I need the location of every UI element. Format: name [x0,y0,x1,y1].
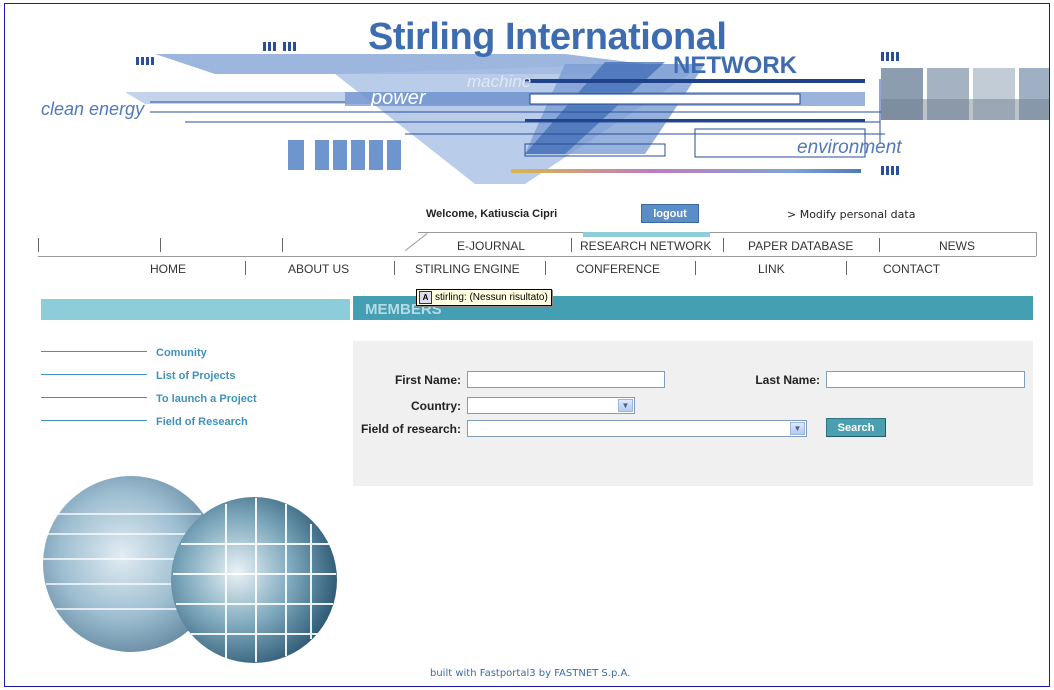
sidebar-rule [41,397,147,398]
sidebar-item-field-of-research[interactable]: Field of Research [156,416,248,428]
welcome-text: Welcome, Katiuscia Cipri [426,208,558,220]
nav-divider-line [418,232,1036,233]
last-name-input[interactable] [826,371,1025,388]
search-button[interactable]: Search [826,418,886,437]
nav-separator [282,238,283,252]
banner-power: power [371,87,426,109]
sidebar-item-comunity[interactable]: Comunity [156,347,207,359]
site-banner: Stirling International NETWORK clean ene… [5,4,1049,189]
search-form-panel [353,341,1033,486]
nav-separator [846,261,847,275]
nav-separator [571,238,572,252]
nav-divider-end [1036,232,1037,256]
nav-conference[interactable]: CONFERENCE [576,262,660,276]
chevron-down-icon[interactable]: ▼ [618,399,633,412]
main-nav-top-line [38,256,1036,257]
nav-stirling-engine[interactable]: STIRLING ENGINE [415,262,520,276]
search-tooltip: A stirling: (Nessun risultato) [416,289,552,306]
nav-separator [160,238,161,252]
nav-separator [545,261,546,275]
last-name-label: Last Name: [755,373,820,387]
globes-illustration [43,476,337,663]
nav-research-network[interactable]: RESEARCH NETWORK [580,239,711,253]
nav-separator [394,261,395,275]
sidebar-rule [41,374,147,375]
nav-active-highlight [583,232,710,237]
magnifier-icon: A [419,291,432,304]
nav-separator [695,261,696,275]
nav-contact[interactable]: CONTACT [883,262,940,276]
field-of-research-label: Field of research: [360,422,461,436]
footer-credit[interactable]: built with Fastportal3 by FASTNET S.p.A. [430,668,630,679]
nav-link[interactable]: LINK [758,262,785,276]
sidebar-rule [41,420,147,421]
sidebar-item-list-of-projects[interactable]: List of Projects [156,370,235,382]
nav-separator [38,238,39,252]
field-of-research-select[interactable]: ▼ [467,420,807,437]
nav-news[interactable]: NEWS [939,239,975,253]
nav-paper-database[interactable]: PAPER DATABASE [748,239,853,253]
sidebar-header-bar [41,299,350,320]
nav-separator [245,261,246,275]
site-subtitle: NETWORK [673,52,797,79]
banner-machine: machine [467,72,532,91]
nav-e-journal[interactable]: E-JOURNAL [457,239,525,253]
chevron-down-icon[interactable]: ▼ [790,422,805,435]
nav-divider-diagonal [404,233,428,252]
banner-environment: environment [797,137,902,158]
banner-clean-energy: clean energy [41,99,145,119]
nav-separator [723,238,724,252]
first-name-label: First Name: [394,373,461,387]
nav-about-us[interactable]: ABOUT US [288,262,349,276]
page-frame: Stirling International NETWORK clean ene… [4,3,1050,687]
first-name-input[interactable] [467,371,665,388]
sidebar-rule [41,351,147,352]
sidebar-item-launch-project[interactable]: To launch a Project [156,393,257,405]
country-select[interactable]: ▼ [467,397,635,414]
nav-separator [879,238,880,252]
logout-button[interactable]: logout [641,204,699,223]
modify-personal-data-link[interactable]: > Modify personal data [787,208,915,221]
nav-home[interactable]: HOME [150,262,186,276]
country-label: Country: [411,399,461,413]
tooltip-text: stirling: (Nessun risultato) [435,292,548,303]
